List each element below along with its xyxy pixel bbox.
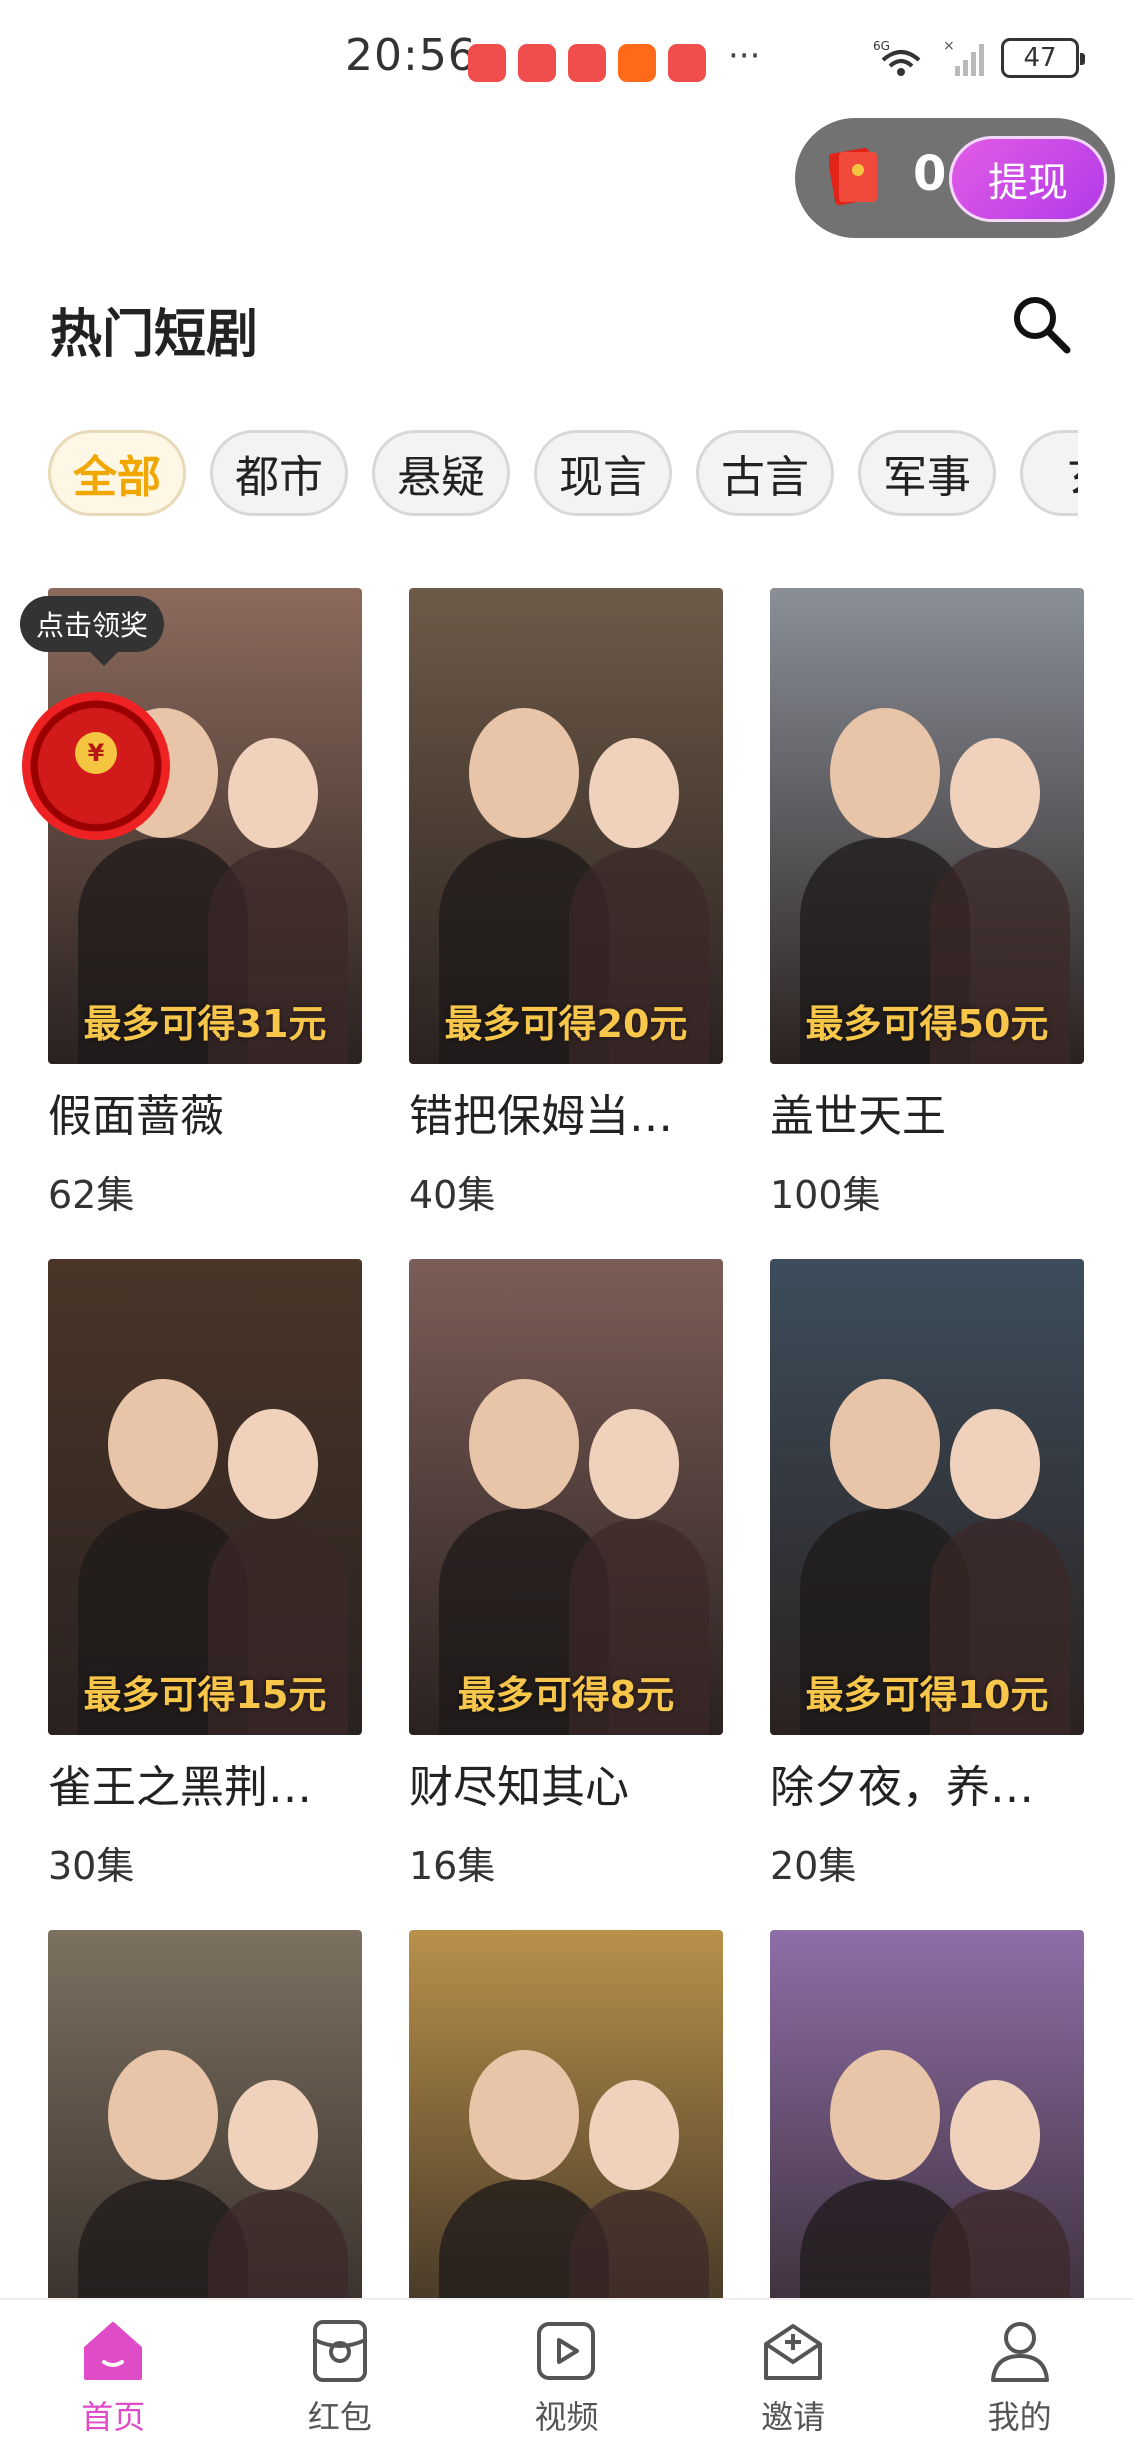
poster-figure <box>589 738 679 848</box>
poster-figure <box>228 2080 318 2190</box>
network-type: 6G <box>873 39 890 53</box>
poster-figure <box>830 1379 940 1509</box>
nav-label: 首页 <box>81 2398 146 2436</box>
drama-episode-count: 16集 <box>409 1844 496 1888</box>
poster-figure <box>469 2050 579 2180</box>
reward-count: 0 <box>913 146 947 202</box>
search-icon[interactable] <box>1009 292 1073 356</box>
drama-card[interactable]: 最多可得20元错把保姆当… 40集 <box>409 588 723 1219</box>
more-notifications-icon: ··· <box>728 36 761 76</box>
status-bar: 20:56 ··· 6G × 47 <box>0 0 1133 110</box>
nav-red-packet[interactable]: 红包 <box>227 2300 454 2453</box>
poster-figure <box>108 1379 218 1509</box>
nav-home[interactable]: 首页 <box>0 2300 227 2453</box>
drama-title: 盖世天王 <box>770 1091 946 1142</box>
poster-reward-text: 最多可得15元 <box>83 1673 327 1717</box>
wifi-icon: 6G <box>873 39 921 76</box>
drama-title: 财尽知其心 <box>409 1762 629 1813</box>
drama-title: 假面蔷薇 <box>48 1091 224 1142</box>
invite-icon <box>764 2324 823 2380</box>
poster-figure <box>950 2080 1040 2190</box>
red-envelope-icon <box>829 147 877 206</box>
poster-reward-text: 最多可得31元 <box>83 1002 327 1046</box>
category-filter-bar: 全部都市悬疑现言古言军事玄 <box>48 430 1078 520</box>
drama-title: 雀王之黑荆… <box>48 1762 312 1813</box>
withdraw-button[interactable]: 提现 <box>949 136 1107 222</box>
drama-episode-count: 40集 <box>409 1173 496 1217</box>
red-envelope-float-button[interactable]: ¥ <box>22 692 170 840</box>
home-icon <box>84 2322 143 2380</box>
signal-icon: × <box>943 38 984 76</box>
category-chip[interactable]: 古言 <box>696 430 834 516</box>
huawei-app-icon <box>518 44 556 82</box>
poster-figure <box>108 2050 218 2180</box>
video-app-icon <box>668 44 706 82</box>
poster-figure <box>469 708 579 838</box>
notification-icons <box>468 44 706 82</box>
category-chip[interactable]: 都市 <box>210 430 348 516</box>
poster-reward-text: 最多可得20元 <box>444 1002 688 1046</box>
poster-figure <box>830 2050 940 2180</box>
drama-poster[interactable]: 最多可得10元 <box>770 1259 1084 1735</box>
nav-video[interactable]: 视频 <box>453 2300 680 2453</box>
nav-profile[interactable]: 我的 <box>906 2300 1133 2453</box>
status-right: 6G × 47 <box>873 38 1085 78</box>
drama-poster[interactable]: 最多可得8元 <box>409 1259 723 1735</box>
poster-reward-text: 最多可得10元 <box>805 1673 1049 1717</box>
poster-figure <box>589 2080 679 2190</box>
nav-label: 邀请 <box>761 2398 826 2436</box>
category-chip[interactable]: 悬疑 <box>372 430 510 516</box>
profile-icon <box>990 2322 1049 2382</box>
poster-figure <box>228 738 318 848</box>
category-chip-row: 全部都市悬疑现言古言军事玄 <box>48 430 1078 516</box>
reward-balance-pill[interactable]: 0 提现 <box>795 118 1115 238</box>
category-chip[interactable]: 现言 <box>534 430 672 516</box>
poster-figure <box>228 1409 318 1519</box>
category-chip[interactable]: 军事 <box>858 430 996 516</box>
drama-episode-count: 30集 <box>48 1844 135 1888</box>
nav-invite[interactable]: 邀请 <box>680 2300 907 2453</box>
poster-figure <box>469 1379 579 1509</box>
page-title: 热门短剧 <box>50 305 259 365</box>
poster-reward-text: 最多可得8元 <box>457 1673 675 1717</box>
poster-figure <box>950 1409 1040 1519</box>
poster-figure <box>830 708 940 838</box>
drama-card[interactable]: 最多可得31元假面蔷薇 62集 <box>48 588 362 1219</box>
huawei-app-icon <box>568 44 606 82</box>
drama-card[interactable]: 最多可得50元盖世天王 100集 <box>770 588 1084 1219</box>
yuan-coin-icon: ¥ <box>75 732 117 774</box>
drama-episode-count: 100集 <box>770 1173 881 1217</box>
red-packet-icon <box>312 2320 367 2382</box>
claim-reward-badge[interactable]: 点击领奖 <box>20 596 165 666</box>
svg-text:×: × <box>943 38 955 54</box>
status-time: 20:56 <box>345 30 477 81</box>
nav-label: 视频 <box>534 2398 599 2436</box>
drama-episode-count: 20集 <box>770 1844 857 1888</box>
drama-title: 错把保姆当… <box>409 1091 673 1142</box>
poster-figure <box>950 738 1040 848</box>
poster-figure <box>589 1409 679 1519</box>
huawei-app-icon <box>468 44 506 82</box>
drama-card[interactable]: 最多可得15元雀王之黑荆… 30集 <box>48 1259 362 1890</box>
drama-episode-count: 62集 <box>48 1173 135 1217</box>
category-chip[interactable]: 玄 <box>1020 430 1078 516</box>
nav-label: 红包 <box>307 2398 372 2436</box>
video-icon <box>537 2322 596 2380</box>
drama-poster[interactable]: 最多可得20元 <box>409 588 723 1064</box>
kuaishou-app-icon <box>618 44 656 82</box>
poster-reward-text: 最多可得50元 <box>805 1002 1049 1046</box>
category-chip[interactable]: 全部 <box>48 430 186 516</box>
battery-icon: 47 <box>1001 38 1085 78</box>
bottom-nav: 首页 红包 视频 邀请 我的 <box>0 2298 1133 2453</box>
drama-poster[interactable]: 最多可得15元 <box>48 1259 362 1735</box>
nav-label: 我的 <box>987 2398 1052 2436</box>
drama-title: 除夕夜，养… <box>770 1762 1034 1813</box>
drama-poster[interactable]: 最多可得50元 <box>770 588 1084 1064</box>
drama-card[interactable]: 最多可得10元除夕夜，养… 20集 <box>770 1259 1084 1890</box>
drama-card[interactable]: 最多可得8元财尽知其心 16集 <box>409 1259 723 1890</box>
